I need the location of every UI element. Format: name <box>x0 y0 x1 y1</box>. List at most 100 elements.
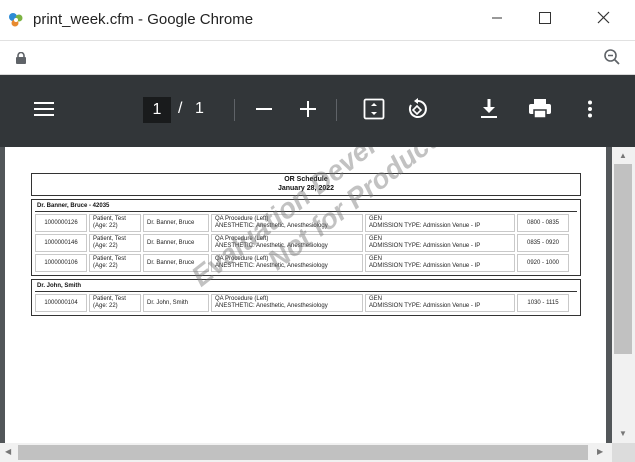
case-id: 1000000106 <box>35 254 87 272</box>
pdf-viewer[interactable]: OR Schedule January 28, 2022 Dr. Banner,… <box>0 147 612 443</box>
doctor-name: Dr. Banner, Bruce <box>143 214 209 232</box>
fit-page-icon <box>363 98 385 125</box>
admission-type: ADMISSION TYPE: Admission Venue - IP <box>369 243 481 249</box>
report-header: OR Schedule January 28, 2022 <box>31 173 581 196</box>
procedure-cell: QA Procedure (Left) ANESTHETIC: Anestheti… <box>211 294 363 312</box>
maximize-button[interactable] <box>522 0 568 40</box>
rotate-icon <box>407 97 429 125</box>
close-icon <box>597 11 610 29</box>
table-row: 1000000126 Patient, Test (Age: 22) Dr. Ba… <box>35 214 577 232</box>
pdf-page: OR Schedule January 28, 2022 Dr. Banner,… <box>5 147 606 443</box>
patient-age: (Age: 22) <box>93 243 118 249</box>
service-cell: GEN ADMISSION TYPE: Admission Venue - IP <box>365 294 515 312</box>
anesthetic: ANESTHETIC: Anesthetic, Anesthesiology <box>215 223 328 229</box>
admission-type: ADMISSION TYPE: Admission Venue - IP <box>369 303 481 309</box>
case-id: 1000000126 <box>35 214 87 232</box>
minimize-button[interactable] <box>474 0 520 40</box>
vertical-scrollbar[interactable]: ▲ ▼ <box>612 147 635 443</box>
anesthetic: ANESTHETIC: Anesthetic, Anesthesiology <box>215 263 328 269</box>
report-date: January 28, 2022 <box>277 185 335 192</box>
doctor-name: Dr. John, Smith <box>143 294 209 312</box>
horizontal-scroll-thumb[interactable] <box>18 445 588 460</box>
procedure: QA Procedure (Left) <box>215 296 269 302</box>
doctor-name: Dr. Banner, Bruce <box>143 234 209 252</box>
patient-name: Patient, Test <box>93 236 126 242</box>
procedure-cell: QA Procedure (Left) ANESTHETIC: Anestheti… <box>211 214 363 232</box>
scroll-down-icon[interactable]: ▼ <box>619 429 627 438</box>
procedure-cell: QA Procedure (Left) ANESTHETIC: Anestheti… <box>211 254 363 272</box>
table-row: 1000000146 Patient, Test (Age: 22) Dr. Ba… <box>35 234 577 252</box>
patient-cell: Patient, Test (Age: 22) <box>89 214 141 232</box>
minimize-icon <box>491 11 503 29</box>
print-button[interactable] <box>526 98 554 124</box>
report-title: OR Schedule <box>284 176 328 183</box>
patient-name: Patient, Test <box>93 256 126 262</box>
print-icon <box>529 98 551 124</box>
or-schedule-report: OR Schedule January 28, 2022 Dr. Banner,… <box>31 173 581 316</box>
service-cell: GEN ADMISSION TYPE: Admission Venue - IP <box>365 254 515 272</box>
procedure: QA Procedure (Left) <box>215 216 269 222</box>
patient-cell: Patient, Test (Age: 22) <box>89 234 141 252</box>
menu-button[interactable] <box>30 97 58 125</box>
service: GEN <box>369 296 383 302</box>
zoom-in-icon <box>300 100 316 122</box>
admission-type: ADMISSION TYPE: Admission Venue - IP <box>369 263 481 269</box>
anesthetic: ANESTHETIC: Anesthetic, Anesthesiology <box>215 243 328 249</box>
scroll-up-icon[interactable]: ▲ <box>619 151 627 160</box>
patient-age: (Age: 22) <box>93 303 118 309</box>
patient-name: Patient, Test <box>93 296 126 302</box>
zoom-out-button[interactable] <box>252 99 276 123</box>
maximize-icon <box>539 11 551 29</box>
patient-age: (Age: 22) <box>93 223 118 229</box>
procedure-cell: QA Procedure (Left) ANESTHETIC: Anestheti… <box>211 234 363 252</box>
scrollbar-corner <box>612 443 635 462</box>
address-bar <box>0 41 635 75</box>
zoom-in-button[interactable] <box>296 99 320 123</box>
horizontal-scrollbar[interactable]: ◀ ▶ <box>0 443 612 462</box>
more-icon <box>587 100 593 123</box>
doctor-group: Dr. John, Smith 1000000104 Patient, Test… <box>31 279 581 316</box>
window-titlebar: print_week.cfm - Google Chrome <box>0 0 635 41</box>
chrome-app-icon <box>7 11 25 29</box>
more-options-button[interactable] <box>578 98 602 124</box>
service: GEN <box>369 216 383 222</box>
fit-page-button[interactable] <box>361 98 387 124</box>
case-id: 1000000146 <box>35 234 87 252</box>
time-slot: 0800 - 0835 <box>517 214 569 232</box>
zoom-out-icon <box>256 101 272 122</box>
doctor-group: Dr. Banner, Bruce - 42035 1000000126 Pat… <box>31 199 581 276</box>
time-slot: 0920 - 1000 <box>517 254 569 272</box>
service: GEN <box>369 236 383 242</box>
page-number-input[interactable]: 1 <box>143 97 171 123</box>
lock-icon[interactable] <box>16 51 26 69</box>
anesthetic: ANESTHETIC: Anesthetic, Anesthesiology <box>215 303 328 309</box>
patient-cell: Patient, Test (Age: 22) <box>89 294 141 312</box>
pdf-toolbar: 1 / 1 <box>0 75 635 147</box>
close-button[interactable] <box>580 0 626 40</box>
page-separator: / <box>178 100 183 117</box>
patient-age: (Age: 22) <box>93 263 118 269</box>
patient-name: Patient, Test <box>93 216 126 222</box>
table-row: 1000000106 Patient, Test (Age: 22) Dr. Ba… <box>35 254 577 272</box>
toolbar-divider <box>336 99 337 121</box>
service: GEN <box>369 256 383 262</box>
table-row: 1000000104 Patient, Test (Age: 22) Dr. Jo… <box>35 294 577 312</box>
time-slot: 0835 - 0920 <box>517 234 569 252</box>
admission-type: ADMISSION TYPE: Admission Venue - IP <box>369 223 481 229</box>
time-slot: 1030 - 1115 <box>517 294 569 312</box>
service-cell: GEN ADMISSION TYPE: Admission Venue - IP <box>365 234 515 252</box>
patient-cell: Patient, Test (Age: 22) <box>89 254 141 272</box>
toolbar-divider <box>234 99 235 121</box>
rotate-button[interactable] <box>405 97 431 125</box>
doctor-header: Dr. John, Smith <box>35 282 577 292</box>
scroll-right-icon[interactable]: ▶ <box>597 447 603 456</box>
menu-icon <box>34 101 54 122</box>
zoom-out-icon[interactable] <box>603 48 621 71</box>
download-button[interactable] <box>477 98 501 124</box>
procedure: QA Procedure (Left) <box>215 256 269 262</box>
scroll-left-icon[interactable]: ◀ <box>5 447 11 456</box>
page-total: 1 <box>195 100 204 117</box>
doctor-name: Dr. Banner, Bruce <box>143 254 209 272</box>
vertical-scroll-thumb[interactable] <box>614 164 632 354</box>
procedure: QA Procedure (Left) <box>215 236 269 242</box>
